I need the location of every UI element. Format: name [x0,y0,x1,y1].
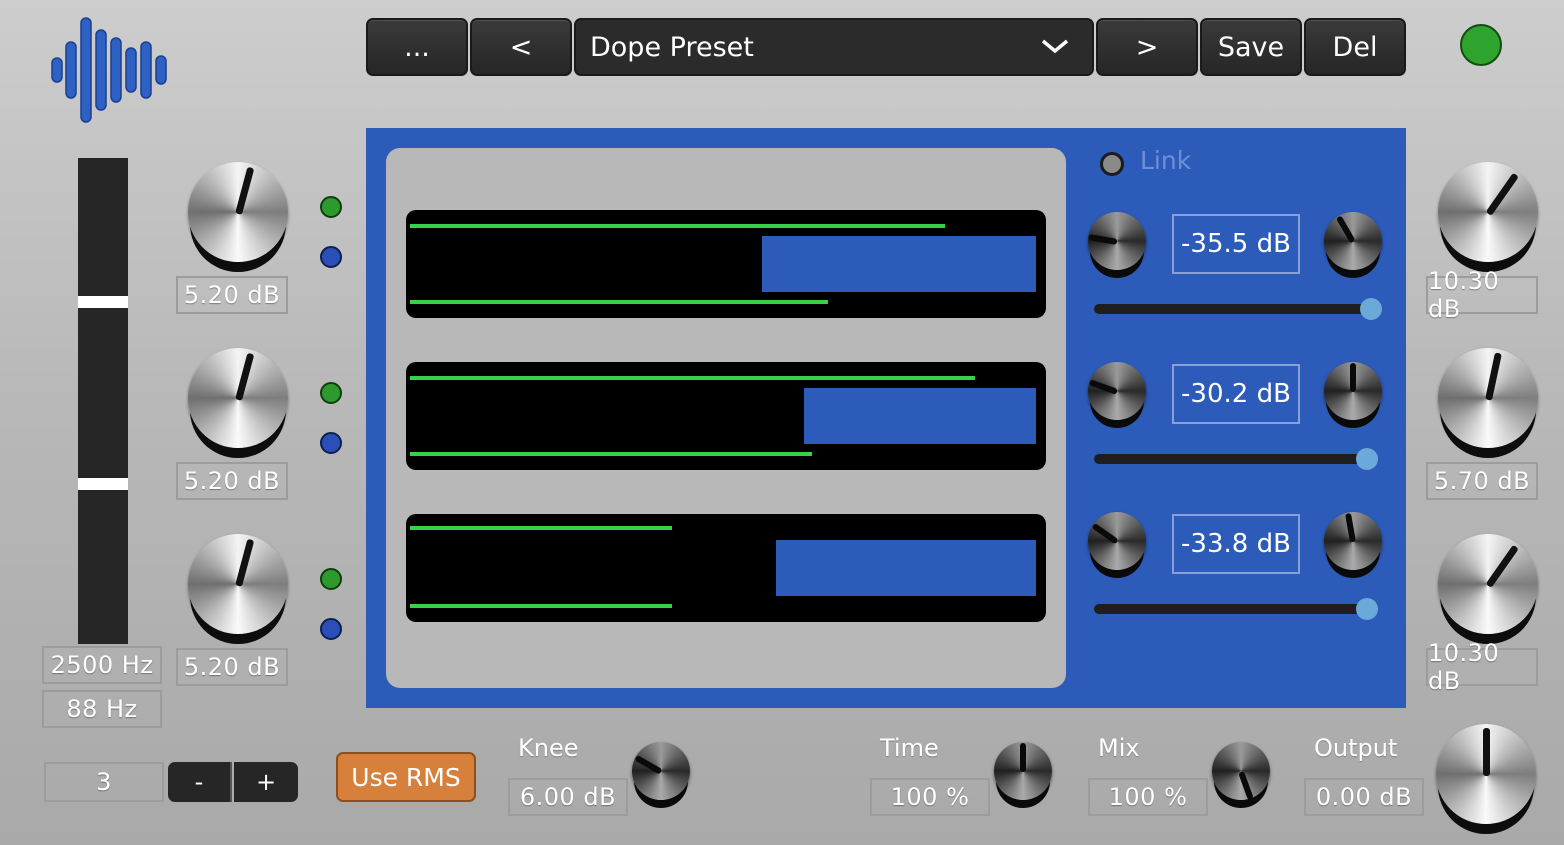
preset-menu-button[interactable]: ... [366,18,468,76]
mix-label: Mix [1098,734,1140,762]
compressor-panel: Link -35.5 dB -30.2 dB -33.8 dB [366,128,1406,708]
use-rms-button[interactable]: Use RMS [336,752,476,802]
band-gain-value[interactable]: 5.20 dB [176,462,288,500]
release-knob[interactable] [1324,212,1382,270]
mix-knob[interactable] [1212,742,1270,801]
band-bypass-led[interactable] [320,618,342,640]
link-label: Link [1140,146,1192,175]
makeup-gain-value[interactable]: 10.30 dB [1426,267,1538,323]
output-level-bar [410,300,828,304]
knee-value[interactable]: 6.00 dB [508,778,628,816]
output-knob[interactable] [1436,724,1536,824]
app-logo-icon [51,17,167,123]
link-led[interactable] [1100,152,1124,176]
band-gain-knob[interactable] [188,534,288,634]
input-level-bar [410,224,945,228]
release-knob[interactable] [1324,512,1382,570]
crossover-high-handle[interactable] [78,296,128,308]
time-value[interactable]: 100 % [870,778,990,816]
attack-knob[interactable] [1088,512,1146,570]
time-knob[interactable] [994,742,1052,800]
preset-selector[interactable]: Dope Preset [574,18,1094,76]
band-solo-led[interactable] [320,382,342,404]
band-meter [406,514,1046,622]
ratio-slider-thumb[interactable] [1360,298,1382,320]
band-minus-button[interactable]: - [168,762,232,802]
makeup-gain-value[interactable]: 10.30 dB [1426,639,1538,695]
previous-preset-button[interactable]: < [470,18,572,76]
output-value[interactable]: 0.00 dB [1304,778,1424,816]
band-meter [406,362,1046,470]
threshold-value[interactable]: -30.2 dB [1172,364,1300,424]
crossover-slider[interactable] [78,158,128,644]
makeup-gain-knob[interactable] [1438,348,1538,448]
band-gain-knob[interactable] [188,162,288,262]
output-label: Output [1314,734,1398,762]
status-led [1460,24,1502,66]
band-gain-knob[interactable] [188,348,288,448]
crossover-low-handle[interactable] [78,478,128,490]
knee-label: Knee [518,734,579,762]
ratio-slider[interactable] [1094,598,1378,620]
input-level-bar [410,526,672,530]
release-knob[interactable] [1324,362,1382,420]
threshold-value[interactable]: -33.8 dB [1172,514,1300,574]
gain-reduction-bar [776,540,1036,596]
band-solo-led[interactable] [320,568,342,590]
time-label: Time [880,734,939,762]
delete-button[interactable]: Del [1304,18,1406,76]
output-level-bar [410,604,672,608]
next-preset-button[interactable]: > [1096,18,1198,76]
save-button[interactable]: Save [1200,18,1302,76]
preset-name: Dope Preset [590,31,754,63]
band-meter [406,210,1046,318]
ratio-slider-thumb[interactable] [1356,598,1378,620]
ratio-slider-thumb[interactable] [1356,448,1378,470]
band-count-field[interactable]: 3 [44,762,164,802]
band-solo-led[interactable] [320,196,342,218]
meter-display [386,148,1066,688]
gain-reduction-bar [762,236,1036,292]
makeup-gain-knob[interactable] [1438,534,1538,634]
chevron-down-icon [1041,39,1069,54]
knee-knob[interactable] [632,742,690,800]
band-gain-value[interactable]: 5.20 dB [176,276,288,314]
input-level-bar [410,376,975,380]
makeup-gain-knob[interactable] [1438,162,1538,262]
attack-knob[interactable] [1087,212,1146,270]
band-bypass-led[interactable] [320,432,342,454]
makeup-gain-value[interactable]: 5.70 dB [1426,462,1538,500]
band-bypass-led[interactable] [320,246,342,268]
mix-value[interactable]: 100 % [1088,778,1208,816]
crossover-high-value[interactable]: 2500 Hz [42,646,162,684]
crossover-low-value[interactable]: 88 Hz [42,690,162,728]
ratio-slider[interactable] [1094,298,1382,320]
band-plus-button[interactable]: + [234,762,298,802]
output-level-bar [410,452,812,456]
threshold-value[interactable]: -35.5 dB [1172,214,1300,274]
gain-reduction-bar [804,388,1036,444]
attack-knob[interactable] [1088,362,1146,420]
band-gain-value[interactable]: 5.20 dB [176,648,288,686]
ratio-slider[interactable] [1094,448,1378,470]
